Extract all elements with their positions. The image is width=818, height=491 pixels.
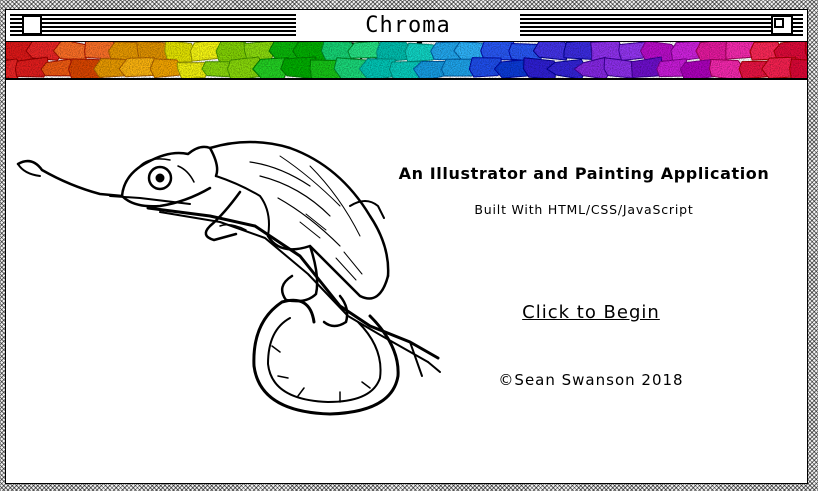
splash-content: An Illustrator and Painting Application … bbox=[6, 82, 807, 483]
rainbow-mosaic-image bbox=[6, 42, 807, 78]
zoom-box-icon[interactable] bbox=[771, 15, 793, 35]
app-subtitle: An Illustrator and Painting Application bbox=[398, 164, 770, 183]
built-with-text: Built With HTML/CSS/JavaScript bbox=[474, 202, 694, 217]
window-title-container: Chroma Chameleon bbox=[296, 12, 520, 65]
click-to-begin-link[interactable]: Click to Begin bbox=[466, 302, 716, 323]
app-window: Chroma Chameleon bbox=[5, 9, 808, 484]
copyright-text: ©Sean Swanson 2018 bbox=[498, 371, 684, 389]
title-bar[interactable]: Chroma Chameleon bbox=[6, 10, 807, 65]
rainbow-banner bbox=[6, 42, 807, 80]
close-box-icon[interactable] bbox=[22, 15, 42, 35]
